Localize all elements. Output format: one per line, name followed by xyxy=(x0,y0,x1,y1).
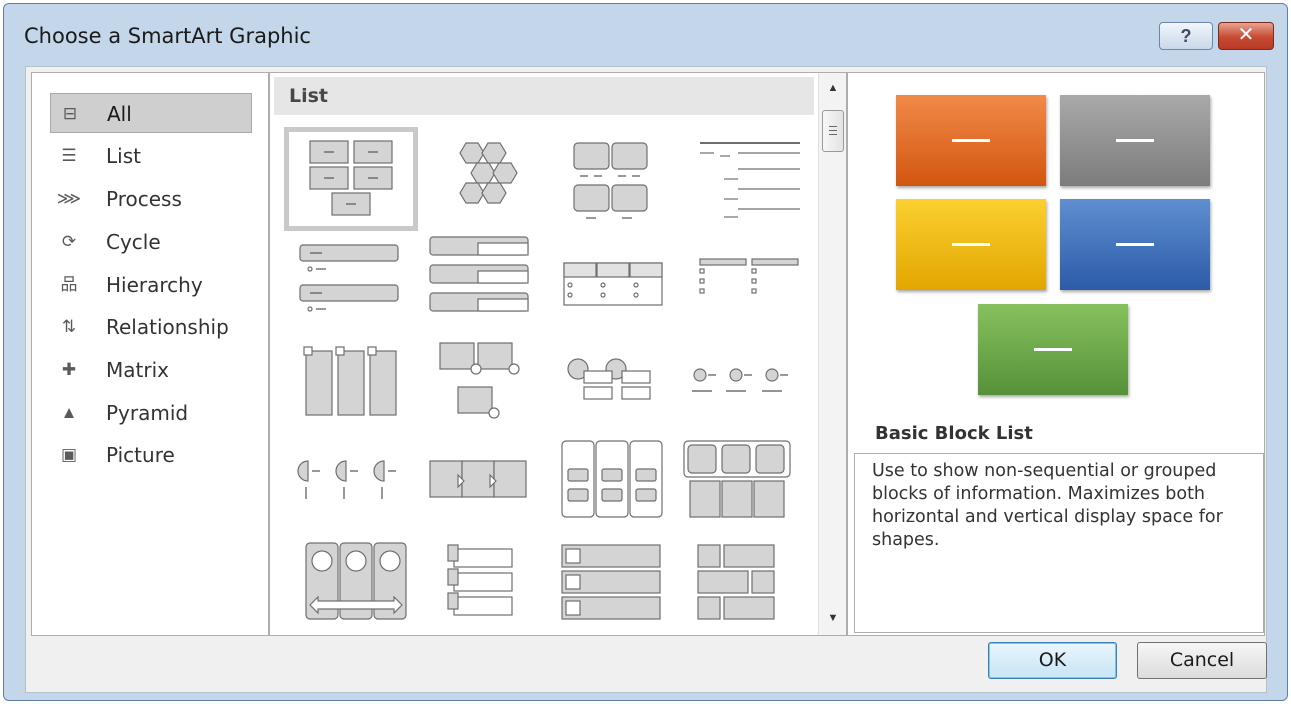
preview-block-yellow xyxy=(896,199,1046,290)
layout-block-pattern-list[interactable] xyxy=(680,539,806,635)
layout-circle-arrow-list[interactable] xyxy=(288,539,414,635)
category-label: Pyramid xyxy=(106,401,189,425)
layout-half-circle-list[interactable] xyxy=(288,437,414,533)
category-all[interactable]: ⊟ All xyxy=(50,93,252,133)
layout-gallery: List ▲ ▼ xyxy=(269,72,847,636)
category-label: Relationship xyxy=(106,315,229,339)
all-icon: ⊟ xyxy=(62,104,78,123)
preview-graphic xyxy=(896,95,1212,399)
category-label: Hierarchy xyxy=(106,273,203,297)
layout-lined-list[interactable] xyxy=(680,131,806,227)
placeholder-dash xyxy=(952,243,990,246)
layout-basic-block-list[interactable] xyxy=(284,127,418,231)
smartart-dialog: Choose a SmartArt Graphic ? ✕ ⊟ All ☰ Li… xyxy=(3,3,1288,701)
placeholder-dash xyxy=(952,139,990,142)
title-bar[interactable]: Choose a SmartArt Graphic ? ✕ xyxy=(4,4,1287,66)
gallery-scrollbar[interactable]: ▲ ▼ xyxy=(818,73,846,635)
category-process[interactable]: ⋙ Process xyxy=(50,179,252,219)
list-icon: ☰ xyxy=(61,146,77,165)
cycle-icon: ⟳ xyxy=(61,232,77,251)
category-label: Cycle xyxy=(106,230,161,254)
hierarchy-icon: 品 xyxy=(60,275,78,294)
layout-hexagon-cluster[interactable] xyxy=(420,131,546,227)
pyramid-icon: ▲ xyxy=(60,403,78,422)
relationship-icon: ⇅ xyxy=(61,317,77,336)
placeholder-dash xyxy=(1034,348,1072,351)
layout-horizontal-bullet-list[interactable] xyxy=(680,233,806,329)
preview-block-gray xyxy=(1060,95,1210,186)
category-relationship[interactable]: ⇅ Relationship xyxy=(50,307,252,347)
scroll-down-arrow-icon[interactable]: ▼ xyxy=(819,605,846,631)
layout-table-list[interactable] xyxy=(550,233,676,329)
layout-accent-list[interactable] xyxy=(420,539,546,635)
gallery-section-header: List xyxy=(274,77,814,115)
category-hierarchy[interactable]: 品 Hierarchy xyxy=(50,265,252,305)
matrix-icon: ✚ xyxy=(61,360,77,379)
layout-description: Use to show non-sequential or grouped bl… xyxy=(854,453,1264,633)
layout-arrow-block-list[interactable] xyxy=(420,437,546,533)
help-button[interactable]: ? xyxy=(1159,22,1213,50)
placeholder-dash xyxy=(1116,243,1154,246)
category-picture[interactable]: ▣ Picture xyxy=(50,435,252,475)
layout-circle-label-list[interactable] xyxy=(550,335,676,431)
category-matrix[interactable]: ✚ Matrix xyxy=(50,350,252,390)
category-label: List xyxy=(106,144,141,168)
scroll-thumb[interactable] xyxy=(822,110,844,152)
layout-grouped-blocks[interactable] xyxy=(550,131,676,227)
grip-line xyxy=(829,130,837,131)
layout-vertical-box-list[interactable] xyxy=(288,335,414,431)
category-label: Picture xyxy=(106,443,175,467)
category-cycle[interactable]: ⟳ Cycle xyxy=(50,222,252,262)
layout-picture-accent-list[interactable] xyxy=(550,539,676,635)
preview-block-orange xyxy=(896,95,1046,186)
category-label: All xyxy=(107,102,132,126)
layout-name: Basic Block List xyxy=(875,423,1033,444)
category-list: ⊟ All ☰ List ⋙ Process ⟳ Cycle 品 Hierarc… xyxy=(31,72,269,636)
dialog-client-area: ⊟ All ☰ List ⋙ Process ⟳ Cycle 品 Hierarc… xyxy=(25,66,1267,693)
grip-line xyxy=(829,126,837,127)
preview-block-blue xyxy=(1060,199,1210,290)
dialog-title: Choose a SmartArt Graphic xyxy=(24,24,311,48)
cancel-button[interactable]: Cancel xyxy=(1137,642,1267,679)
layout-grouped-list[interactable] xyxy=(680,437,806,533)
layout-vertical-bullet-list[interactable] xyxy=(288,233,414,329)
category-label: Process xyxy=(106,187,182,211)
picture-icon: ▣ xyxy=(60,445,78,464)
layout-stacked-list[interactable] xyxy=(420,233,546,329)
preview-block-green xyxy=(978,304,1128,395)
process-icon: ⋙ xyxy=(56,189,82,208)
close-button[interactable]: ✕ xyxy=(1218,22,1274,50)
layout-picture-caption-list[interactable] xyxy=(420,335,546,431)
category-pyramid[interactable]: ▲ Pyramid xyxy=(50,393,252,433)
layout-circle-bullet-list[interactable] xyxy=(680,335,806,431)
scroll-up-arrow-icon[interactable]: ▲ xyxy=(819,75,846,101)
preview-pane: Basic Block List Use to show non-sequent… xyxy=(847,72,1265,636)
category-list-item[interactable]: ☰ List xyxy=(50,136,252,176)
ok-button[interactable]: OK xyxy=(988,642,1117,679)
layout-trapezoid-list[interactable] xyxy=(550,437,676,533)
placeholder-dash xyxy=(1116,139,1154,142)
grip-line xyxy=(829,134,837,135)
category-label: Matrix xyxy=(106,358,169,382)
